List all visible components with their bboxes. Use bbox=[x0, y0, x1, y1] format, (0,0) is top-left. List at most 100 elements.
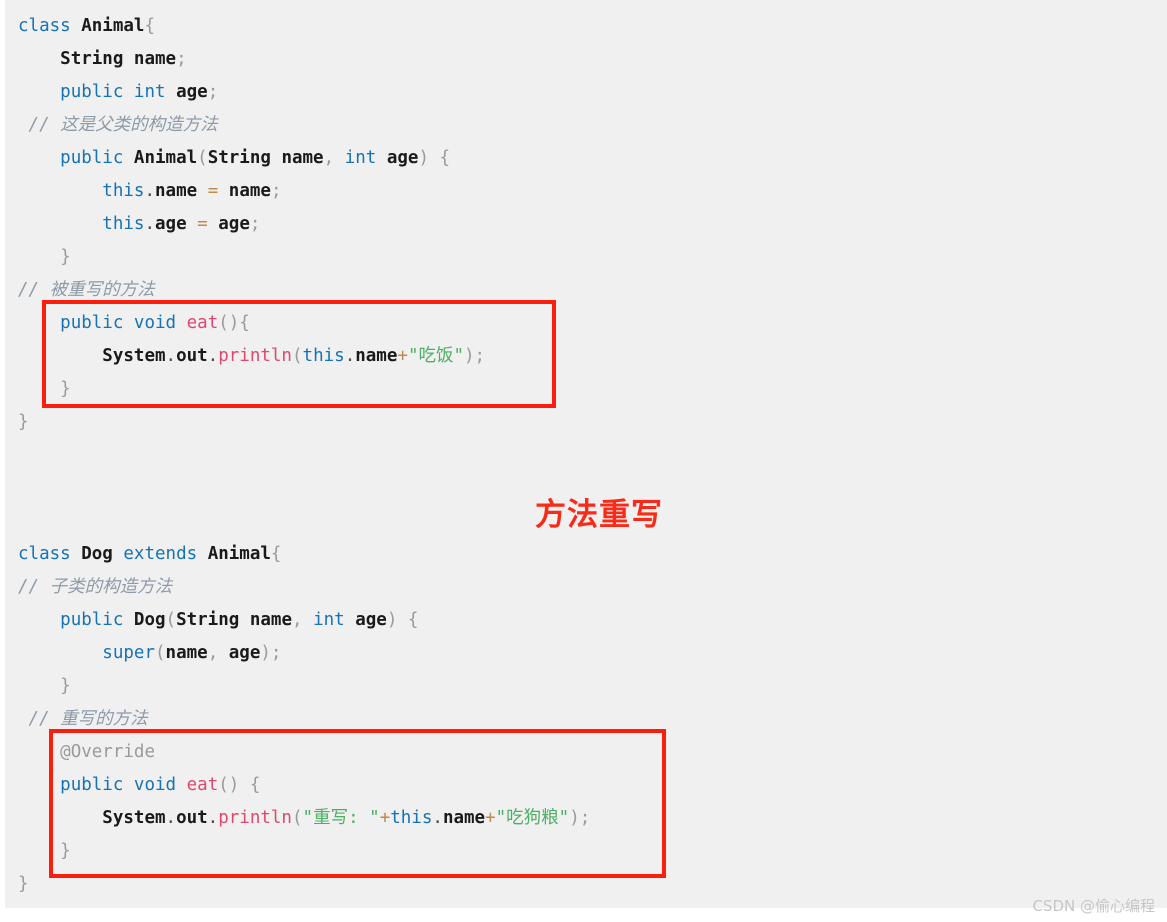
code-token-punc: ; bbox=[270, 181, 282, 201]
code-token-punc: ( bbox=[154, 643, 166, 663]
code-token-ident: name bbox=[228, 181, 271, 201]
code-token-punc: ; bbox=[249, 214, 261, 234]
code-token-punc bbox=[218, 181, 229, 201]
code-token-ident: age bbox=[355, 610, 387, 630]
code-token-ident: age bbox=[155, 214, 187, 234]
code-token-cmt: // 被重写的方法 bbox=[18, 280, 155, 300]
code-line: } bbox=[5, 868, 1167, 901]
code-token-punc bbox=[18, 313, 60, 333]
code-line: } bbox=[5, 241, 1167, 274]
code-token-plain: out bbox=[176, 808, 208, 828]
code-token-punc: { bbox=[270, 544, 282, 564]
code-token-punc bbox=[123, 82, 134, 102]
code-token-dot: . bbox=[207, 346, 219, 366]
code-token-str: "吃饭" bbox=[407, 346, 465, 366]
code-line: public Dog(String name, int age) { bbox=[5, 604, 1167, 637]
code-token-ident: age bbox=[228, 643, 261, 663]
code-token-punc: ( bbox=[291, 346, 303, 366]
code-token-kw: this bbox=[302, 346, 345, 366]
code-token-ident: name bbox=[355, 346, 398, 366]
code-token-type: Animal bbox=[133, 148, 198, 168]
code-token-punc: ) bbox=[418, 148, 440, 168]
code-token-plain: System bbox=[102, 808, 166, 828]
code-token-plain: System bbox=[102, 346, 166, 366]
code-line: class Animal{ bbox=[5, 10, 1167, 43]
code-token-punc bbox=[18, 775, 60, 795]
code-token-kw: class bbox=[18, 544, 71, 564]
code-token-ident: name bbox=[442, 808, 486, 828]
code-token-punc bbox=[176, 313, 187, 333]
code-token-dot: . bbox=[432, 808, 443, 828]
code-token-kw: void bbox=[133, 775, 177, 795]
code-token-dot: . bbox=[165, 808, 177, 828]
code-token-str: "重写: " bbox=[302, 808, 380, 828]
code-token-dot: . bbox=[144, 214, 155, 234]
code-token-kw: class bbox=[18, 16, 71, 36]
code-token-punc bbox=[166, 82, 177, 102]
code-token-kw: void bbox=[133, 313, 177, 333]
code-token-punc: } bbox=[18, 412, 29, 432]
code-token-kw: public bbox=[60, 775, 124, 795]
code-token-op: + bbox=[397, 346, 408, 366]
code-line: String name; bbox=[5, 43, 1167, 76]
code-token-ident: name bbox=[249, 610, 292, 630]
code-token-dot: . bbox=[144, 181, 155, 201]
code-token-kw: public bbox=[60, 82, 124, 102]
code-token-cmt: // 这是父类的构造方法 bbox=[18, 115, 218, 135]
code-token-punc: ( bbox=[197, 148, 208, 168]
code-line: public Animal(String name, int age) { bbox=[5, 142, 1167, 175]
code-token-kw: public bbox=[60, 313, 124, 333]
code-token-kw: super bbox=[102, 643, 155, 663]
code-token-op: + bbox=[485, 808, 496, 828]
code-token-punc bbox=[71, 16, 82, 36]
code-token-op: + bbox=[379, 808, 391, 828]
code-token-kw: extends bbox=[123, 544, 198, 564]
code-token-punc: ; bbox=[207, 82, 219, 102]
code-token-punc bbox=[197, 181, 208, 201]
code-token-punc: ( bbox=[165, 610, 177, 630]
code-token-kw: this bbox=[102, 181, 145, 201]
code-token-fn: eat bbox=[186, 775, 219, 795]
code-token-punc bbox=[18, 49, 60, 69]
code-line: } bbox=[5, 373, 1167, 406]
code-line: class Dog extends Animal{ bbox=[5, 538, 1167, 571]
code-line: public int age; bbox=[5, 76, 1167, 109]
code-token-ident: name bbox=[133, 49, 177, 69]
code-token-kw: this bbox=[102, 214, 145, 234]
code-token-punc bbox=[18, 148, 60, 168]
code-token-punc bbox=[18, 214, 102, 234]
code-token-punc: } bbox=[18, 379, 71, 399]
csdn-watermark: CSDN @偷心编程 bbox=[1032, 897, 1155, 915]
code-token-anno: @Override bbox=[60, 742, 155, 762]
code-token-punc: (){ bbox=[218, 313, 250, 333]
code-token-punc bbox=[376, 148, 387, 168]
code-token-punc bbox=[239, 610, 250, 630]
code-token-dot: . bbox=[165, 346, 177, 366]
code-line: this.name = name; bbox=[5, 175, 1167, 208]
code-token-ident: name bbox=[155, 181, 198, 201]
code-token-op: = bbox=[207, 181, 219, 201]
code-token-punc: { bbox=[249, 775, 261, 795]
code-token-punc: ); bbox=[260, 643, 282, 663]
code-token-punc: } bbox=[18, 841, 71, 861]
code-token-punc bbox=[123, 313, 134, 333]
code-token-punc bbox=[18, 742, 60, 762]
code-token-punc: ; bbox=[176, 49, 187, 69]
code-line: } bbox=[5, 670, 1167, 703]
code-token-punc bbox=[345, 610, 356, 630]
code-token-fn: println bbox=[218, 808, 292, 828]
code-token-punc bbox=[187, 214, 198, 234]
code-line: super(name, age); bbox=[5, 637, 1167, 670]
code-token-punc: } bbox=[18, 874, 29, 894]
code-token-dot: . bbox=[344, 346, 356, 366]
code-token-str: "吃狗粮" bbox=[495, 808, 570, 828]
code-token-ident: name bbox=[165, 643, 208, 663]
code-token-ident: age bbox=[176, 82, 208, 102]
code-token-type: Animal bbox=[81, 16, 145, 36]
code-token-kw: int bbox=[344, 148, 377, 168]
code-token-punc: { bbox=[144, 16, 155, 36]
code-token-type: String bbox=[176, 610, 240, 630]
code-token-type: Animal bbox=[207, 544, 271, 564]
code-token-punc bbox=[18, 643, 102, 663]
code-token-punc bbox=[18, 808, 102, 828]
